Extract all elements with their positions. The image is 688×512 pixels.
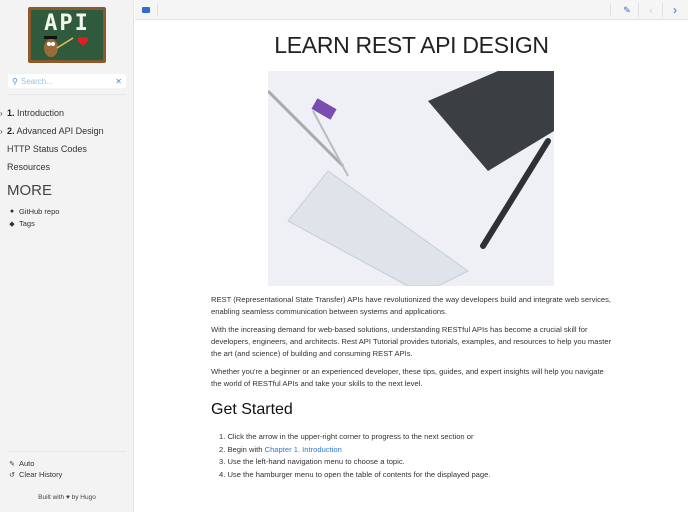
hero-image <box>268 71 554 286</box>
divider <box>8 451 126 452</box>
chevron-right-icon: › <box>673 3 677 17</box>
nav-number: 2. <box>7 126 15 136</box>
chapter-1-link[interactable]: Chapter 1. Introduction <box>265 445 342 454</box>
list-item: 4. Use the hamburger menu to open the ta… <box>219 469 490 482</box>
nav-label: HTTP Status Codes <box>7 144 87 154</box>
chevron-right-icon[interactable]: › <box>0 127 7 136</box>
sidebar-toggle-button[interactable] <box>139 0 153 20</box>
search-box[interactable]: ⚲ ✕ <box>8 74 126 88</box>
top-bar: ✎ ‹ › <box>135 0 688 20</box>
built-with-text: Built with <box>38 494 65 501</box>
tags-icon: ◆ <box>9 220 15 228</box>
github-icon: ● <box>9 208 15 215</box>
link-label: GitHub repo <box>19 207 60 216</box>
clear-search-icon[interactable]: ✕ <box>115 77 122 86</box>
get-started-heading: Get Started <box>211 401 293 418</box>
chevron-right-icon[interactable]: › <box>0 109 7 118</box>
chevron-left-icon: ‹ <box>649 5 653 15</box>
step-text: 3. Use the left-hand navigation menu to … <box>219 457 405 466</box>
history-icon: ↺ <box>9 471 15 479</box>
list-item: 2. Begin with Chapter 1. Introduction <box>219 444 490 457</box>
divider <box>8 94 126 95</box>
list-item: 3. Use the left-hand navigation menu to … <box>219 456 490 469</box>
divider <box>610 3 611 17</box>
owl-teacher-icon <box>44 36 89 57</box>
intro-paragraph: With the increasing demand for web-based… <box>211 325 612 358</box>
search-icon: ⚲ <box>12 76 18 86</box>
sidebar: API ⚲ ✕ ›1. Introduction ›2. Advanced AP… <box>0 0 134 512</box>
theme-label: Auto <box>19 459 35 468</box>
list-item: 1. Click the arrow in the upper-right co… <box>219 431 490 444</box>
intro-paragraph: Whether you're a beginner or an experien… <box>211 367 604 388</box>
link-label: Tags <box>19 219 35 228</box>
nav-label: Resources <box>7 162 51 172</box>
sidebar-item-resources[interactable]: Resources <box>7 162 50 172</box>
site-logo[interactable]: API <box>28 7 106 63</box>
next-page-button[interactable]: › <box>667 0 683 20</box>
page-title: LEARN REST API DESIGN <box>274 32 549 58</box>
more-heading: MORE <box>7 182 52 199</box>
nav-label: Advanced API Design <box>16 126 104 136</box>
intro-paragraph: REST (Representational State Transfer) A… <box>211 295 612 316</box>
divider <box>662 3 663 17</box>
clear-history-label: Clear History <box>19 470 63 479</box>
clear-history-button[interactable]: ↺ Clear History <box>8 470 62 479</box>
divider <box>157 3 158 17</box>
theme-switch[interactable]: ✎ Auto <box>8 459 34 468</box>
sidebar-item-http-status-codes[interactable]: HTTP Status Codes <box>7 144 87 154</box>
tags-link[interactable]: ◆ Tags <box>8 219 35 228</box>
nav-number: 1. <box>7 108 15 118</box>
step-text: 1. Click the arrow in the upper-right co… <box>219 432 474 441</box>
divider <box>638 3 639 17</box>
sidebar-icon <box>142 7 150 13</box>
previous-page-button[interactable]: ‹ <box>643 0 659 20</box>
get-started-steps: 1. Click the arrow in the upper-right co… <box>219 431 490 481</box>
chalkboard-logo: API <box>31 10 103 60</box>
sidebar-item-advanced-api-design[interactable]: › 2. Advanced API Design <box>0 126 104 136</box>
sidebar-item-introduction[interactable]: › 1. Introduction <box>0 108 64 118</box>
built-with-text: by Hugo <box>71 494 96 501</box>
pencil-icon: ✎ <box>623 4 631 15</box>
step-text: 2. Begin with <box>219 444 265 454</box>
nav-label: Introduction <box>17 108 65 118</box>
github-repo-link[interactable]: ● GitHub repo <box>8 207 60 216</box>
heart-icon: ♥ <box>65 494 70 501</box>
paintbrush-icon: ✎ <box>9 460 15 468</box>
edit-button[interactable]: ✎ <box>619 0 635 20</box>
step-text: 4. Use the hamburger menu to open the ta… <box>219 469 491 479</box>
search-input[interactable] <box>20 76 107 86</box>
built-with-footer: Built with ♥ by Hugo <box>0 494 134 501</box>
